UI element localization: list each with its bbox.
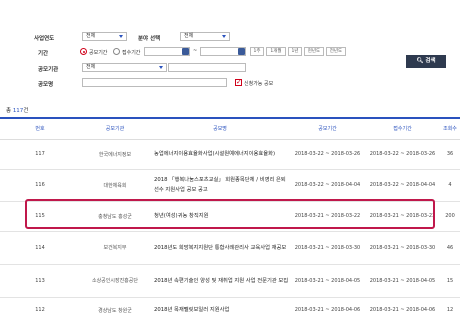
search-button-label: 검색 [425,58,436,64]
row-period: 2018-03-21 ~ 2018-04-05 [290,264,365,298]
row-receipt: 2018-03-21 ~ 2018-04-05 [365,264,440,298]
year-label: 사업연도 [34,36,55,42]
row-title-link[interactable]: 청년(여성)귀농 창직지원 [150,201,290,232]
row-views: 200 [440,201,460,232]
row-period: 2018-03-21 ~ 2018-03-22 [290,201,365,232]
row-org: 경상남도 창원군 [80,297,150,315]
row-views: 36 [440,139,460,170]
row-title-link[interactable]: 2018년 목재펠릿보일러 지원사업 [150,297,290,315]
category-label: 분야 선택 [138,36,161,42]
chevron-down-icon [119,35,123,38]
row-views: 46 [440,231,460,265]
row-views: 4 [440,169,460,202]
total-prefix: 총 [6,108,13,114]
org-select-value: 전체 [86,64,96,70]
row-title-link[interactable]: 농업에너지이용효율화사업(시설원예에너지이용효율화) [150,139,290,170]
row-receipt: 2018-03-21 ~ 2018-04-06 [365,297,440,315]
total-number: 117 [12,108,24,114]
row-receipt: 2018-03-22 ~ 2018-03-26 [365,139,440,170]
calendar-icon[interactable] [182,48,189,55]
row-org: 소상공인시장진흥공단 [80,264,150,298]
row-views: 12 [440,297,460,315]
row-org: 대한체육회 [80,169,150,202]
row-no: 117 [0,139,80,170]
receipt-period-radio[interactable] [113,48,120,55]
period-label: 기간 [38,51,49,57]
col-header-period: 공모기간 [290,117,365,140]
org-text-input[interactable] [168,63,246,72]
row-org: 한국에너지정보 [80,139,150,170]
calendar-icon[interactable] [238,48,245,55]
row-title-link[interactable]: 2018년 속편기술인 양성 및 재취업 지원 사업 전문기관 모집 [150,264,290,298]
row-title-link[interactable]: 2018 「행복나눔스포츠교실」 회원종목단체 / 비영리 은퇴선수 지원사업 … [150,169,290,202]
quick-1year-button[interactable]: 1년 [288,47,302,56]
chevron-down-icon [159,66,163,69]
search-panel: 사업연도 전체 분야 선택 전체 기간 공모기간 접수기간 ~ 1주 1개월 1… [32,30,446,96]
row-no: 115 [0,201,80,232]
notice-period-radio[interactable] [80,48,87,55]
year-select-value: 전체 [86,33,96,39]
row-title-link[interactable]: 2018년도 희망복지지원단 통합사례관리사 교육사업 재공모 [150,231,290,265]
row-period: 2018-03-22 ~ 2018-04-04 [290,169,365,202]
name-label: 공모명 [38,82,54,88]
open-only-label: 신청가능 공모 [244,81,274,87]
open-only-checkbox[interactable] [235,78,242,86]
col-header-org: 공모기관 [80,117,150,140]
row-no: 112 [0,297,80,315]
col-header-no: 번호 [0,117,80,140]
row-no: 114 [0,231,80,265]
org-select[interactable]: 전체 [82,63,167,72]
row-no: 116 [0,169,80,202]
col-header-title: 공모명 [150,117,290,140]
row-period: 2018-03-21 ~ 2018-03-30 [290,231,365,265]
table-row[interactable]: 117 한국에너지정보 농업에너지이용효율화사업(시설원예에너지이용효율화) 2… [0,139,460,170]
col-header-views: 조회수 [440,117,460,140]
table-row[interactable]: 112 경상남도 창원군 2018년 목재펠릿보일러 지원사업 2018-03-… [0,297,460,315]
row-org: 보건복지부 [80,231,150,265]
category-select[interactable]: 전체 [180,32,230,41]
row-no: 113 [0,264,80,298]
date-separator: ~ [193,48,198,54]
row-org: 충청남도 홍성군 [80,201,150,232]
year-select[interactable]: 전체 [82,32,127,41]
chevron-down-icon [222,35,226,38]
row-receipt: 2018-03-21 ~ 2018-03-30 [365,231,440,265]
name-input[interactable] [82,78,227,87]
table-row[interactable]: 116 대한체육회 2018 「행복나눔스포츠교실」 회원종목단체 / 비영리 … [0,169,460,202]
quick-1month-button[interactable]: 1개월 [266,47,286,56]
row-receipt: 2018-03-22 ~ 2018-04-04 [365,169,440,202]
quick-this-year-button[interactable]: 현년도 [304,47,324,56]
total-count: 총 117건 [6,106,28,114]
total-suffix: 건 [23,108,29,114]
table-row[interactable]: 115 충청남도 홍성군 청년(여성)귀농 창직지원 2018-03-21 ~ … [0,201,460,232]
receipt-period-label: 접수기간 [122,50,141,56]
table-row[interactable]: 114 보건복지부 2018년도 희망복지지원단 통합사례관리사 교육사업 재공… [0,231,460,265]
table-header-row: 번호 공모기관 공모명 공모기간 접수기간 조회수 [0,117,460,140]
notice-period-label: 공모기간 [89,50,108,56]
quick-last-year-button[interactable]: 전년도 [326,47,346,56]
org-label: 공모기관 [38,67,59,73]
row-period: 2018-03-22 ~ 2018-03-26 [290,139,365,170]
notice-table: 번호 공모기관 공모명 공모기간 접수기간 조회수 117 한국에너지정보 농업… [0,117,460,315]
search-button[interactable]: 🔍︎ 검색 [406,55,446,68]
row-receipt: 2018-03-21 ~ 2018-03-23 [365,201,440,232]
table-row[interactable]: 113 소상공인시장진흥공단 2018년 속편기술인 양성 및 재취업 지원 사… [0,264,460,298]
col-header-receipt: 접수기간 [365,117,440,140]
row-period: 2018-03-21 ~ 2018-04-06 [290,297,365,315]
category-select-value: 전체 [184,33,194,39]
row-views: 15 [440,264,460,298]
quick-1week-button[interactable]: 1주 [250,47,264,56]
